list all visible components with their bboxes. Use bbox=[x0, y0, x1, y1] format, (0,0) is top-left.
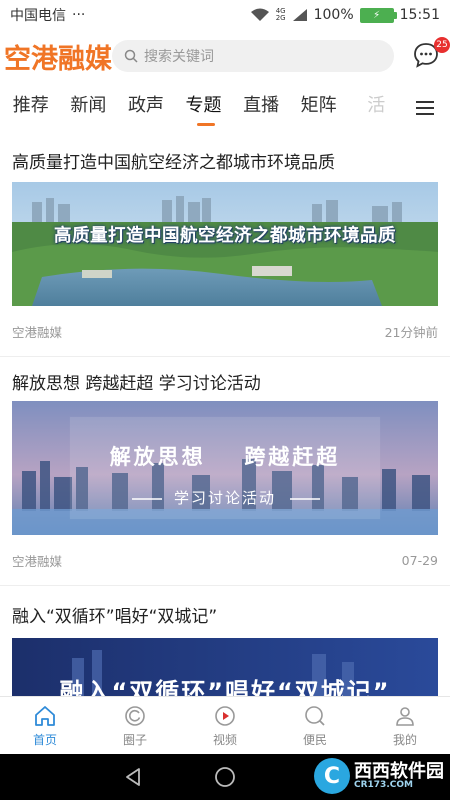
tab-topics[interactable]: 专题 bbox=[175, 86, 233, 130]
network-type: 4G 2G bbox=[275, 7, 286, 22]
search-service-icon bbox=[305, 705, 325, 726]
news-feed: 高质量打造中国航空经济之都城市环境品质 高质量打造中国航空经济之都城市环境品质 … bbox=[0, 134, 450, 696]
nav-home-label: 首页 bbox=[32, 732, 57, 747]
tab-politics[interactable]: 政声 bbox=[117, 86, 175, 130]
user-icon bbox=[396, 706, 414, 726]
news-title[interactable]: 解放思想 跨越赶超 学习讨论活动 bbox=[12, 357, 438, 401]
news-image-subheadline: 学习讨论活动 bbox=[173, 489, 276, 507]
news-card[interactable]: 高质量打造中国航空经济之都城市环境品质 高质量打造中国航空经济之都城市环境品质 … bbox=[0, 134, 450, 357]
nav-home[interactable]: 首页 bbox=[0, 697, 90, 754]
news-image[interactable]: 解放思想 跨越赶超 学习讨论活动 bbox=[12, 401, 438, 535]
clock: 15:51 bbox=[399, 7, 440, 23]
home-icon bbox=[35, 705, 55, 726]
news-card[interactable]: 解放思想 跨越赶超 学习讨论活动 解放思想 跨越赶超 学习讨论活动 空港融媒 0… bbox=[0, 357, 450, 586]
wifi-icon bbox=[250, 8, 269, 21]
message-button[interactable]: 25 bbox=[412, 37, 450, 71]
app-logo: 空港融媒 bbox=[4, 43, 112, 75]
carrier-label: 中国电信 bbox=[10, 8, 66, 24]
nav-circle[interactable]: 圈子 bbox=[90, 697, 180, 754]
system-nav-bar: C 西西软件园 CR173.COM bbox=[0, 754, 450, 800]
site-watermark: C 西西软件园 CR173.COM bbox=[314, 758, 444, 794]
search-placeholder: 搜索关键词 bbox=[144, 49, 214, 65]
news-image[interactable]: 高质量打造中国航空经济之都城市环境品质 bbox=[12, 182, 438, 306]
search-input[interactable]: 搜索关键词 bbox=[112, 40, 394, 72]
battery-percent: 100% bbox=[313, 7, 354, 23]
video-icon bbox=[215, 705, 235, 726]
news-time: 07-29 bbox=[401, 552, 438, 568]
nav-services[interactable]: 便民 bbox=[270, 697, 360, 754]
status-bar: 中国电信 ··· 4G 2G 100% ⚡ 15:51 bbox=[0, 0, 450, 30]
tab-live[interactable]: 直播 bbox=[232, 86, 290, 130]
battery-icon: ⚡ bbox=[359, 7, 397, 23]
watermark-logo-icon: C bbox=[314, 758, 350, 794]
back-icon[interactable] bbox=[122, 766, 144, 788]
nav-profile-label: 我的 bbox=[392, 732, 417, 747]
news-title[interactable]: 融入“双循环”唱好“双城记” bbox=[12, 586, 438, 638]
message-badge: 25 bbox=[434, 37, 450, 53]
watermark-url: CR173.COM bbox=[354, 779, 413, 790]
channel-menu-button[interactable] bbox=[405, 86, 445, 130]
tab-recommend[interactable]: 推荐 bbox=[2, 86, 60, 130]
hamburger-icon bbox=[416, 101, 434, 115]
watermark-text: 西西软件园 bbox=[354, 760, 444, 782]
news-meta: 空港融媒 07-29 bbox=[12, 535, 438, 585]
app-header: 空港融媒 搜索关键词 25 bbox=[0, 30, 450, 82]
news-source: 空港融媒 bbox=[12, 324, 63, 340]
channel-tabs: 推荐 新闻 政声 专题 直播 矩阵 活 bbox=[0, 86, 450, 130]
signal-icon bbox=[292, 9, 307, 21]
news-card[interactable]: 融入“双循环”唱好“双城记” 融入“双循环”唱好“双城记” bbox=[0, 586, 450, 696]
circle-icon bbox=[125, 705, 145, 726]
news-image-caption: 融入“双循环”唱好“双城记” bbox=[59, 678, 391, 696]
news-image-headline: 解放思想 跨越赶超 bbox=[109, 445, 341, 469]
news-image[interactable]: 融入“双循环”唱好“双城记” bbox=[12, 638, 438, 696]
news-time: 21分钟前 bbox=[384, 324, 438, 340]
nav-video-label: 视频 bbox=[212, 732, 237, 747]
notification-dots: ··· bbox=[72, 7, 86, 23]
news-title[interactable]: 高质量打造中国航空经济之都城市环境品质 bbox=[12, 134, 438, 182]
search-icon bbox=[124, 49, 138, 63]
tab-news[interactable]: 新闻 bbox=[60, 86, 118, 130]
news-source: 空港融媒 bbox=[12, 553, 63, 569]
nav-profile[interactable]: 我的 bbox=[360, 697, 450, 754]
nav-services-label: 便民 bbox=[302, 732, 327, 747]
news-meta: 空港融媒 21分钟前 bbox=[12, 306, 438, 356]
tab-activity[interactable]: 活 bbox=[347, 86, 405, 130]
news-image-caption: 高质量打造中国航空经济之都城市环境品质 bbox=[54, 226, 396, 246]
nav-circle-label: 圈子 bbox=[122, 732, 147, 747]
bottom-nav: 首页 圈子 视频 便民 我的 bbox=[0, 696, 450, 754]
nav-video[interactable]: 视频 bbox=[180, 697, 270, 754]
home-circle-icon[interactable] bbox=[214, 766, 236, 788]
tab-matrix[interactable]: 矩阵 bbox=[290, 86, 348, 130]
